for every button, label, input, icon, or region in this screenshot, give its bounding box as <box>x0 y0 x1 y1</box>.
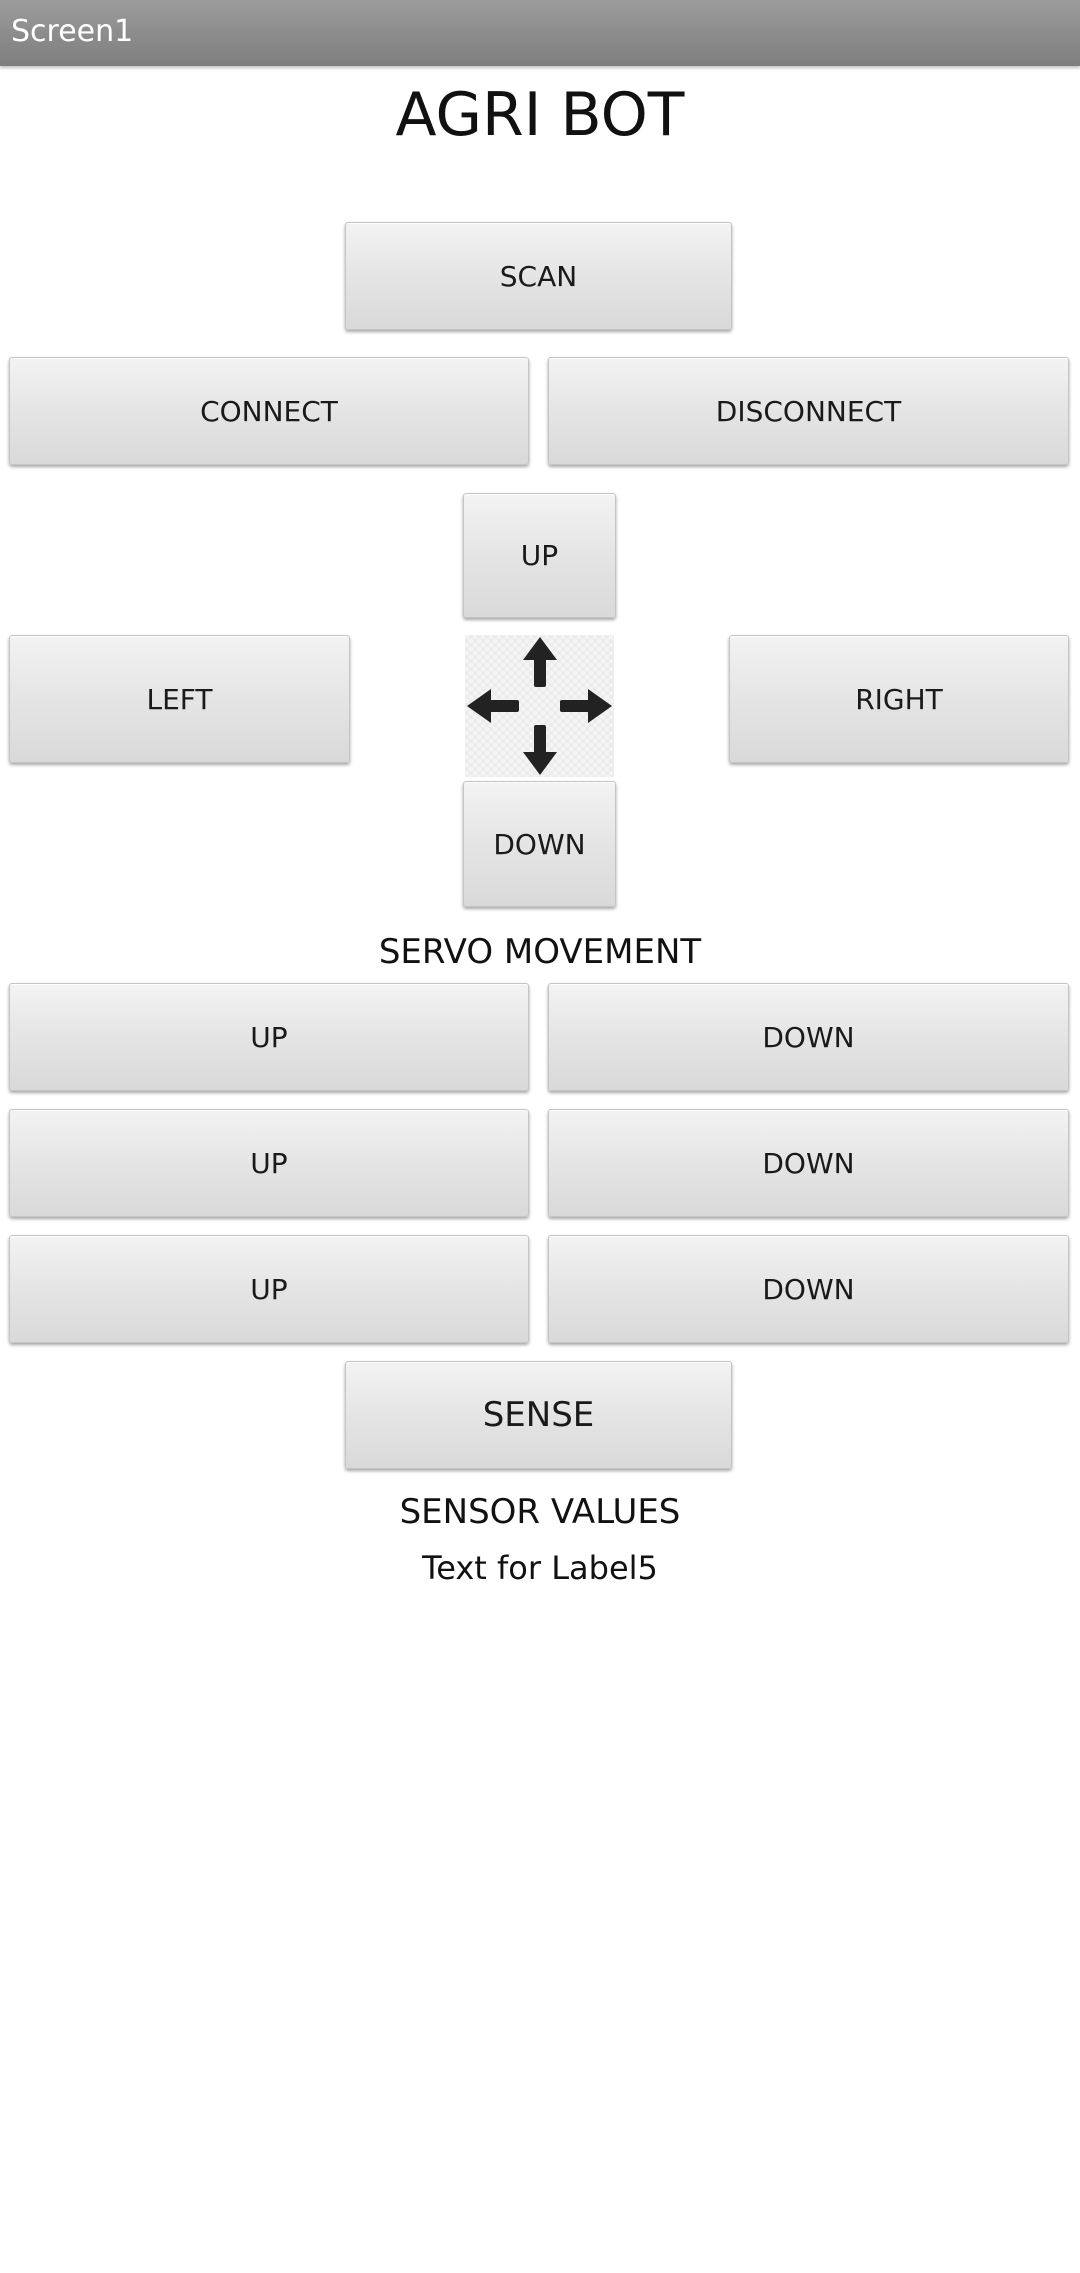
servo-1-down-button[interactable]: DOWN <box>548 983 1069 1091</box>
move-right-button[interactable]: RIGHT <box>729 635 1069 763</box>
move-up-button[interactable]: UP <box>463 493 616 618</box>
servo-3-down-button[interactable]: DOWN <box>548 1235 1069 1343</box>
sensor-values-label: SENSOR VALUES <box>399 1492 681 1532</box>
four-direction-arrows-icon <box>465 635 614 777</box>
scan-button[interactable]: SCAN <box>345 222 732 330</box>
servo-3-up-button[interactable]: UP <box>9 1235 529 1343</box>
title-bar: Screen1 <box>0 0 1080 66</box>
app-title: AGRI BOT <box>395 80 685 150</box>
servo-1-up-button[interactable]: UP <box>9 983 529 1091</box>
move-left-button[interactable]: LEFT <box>9 635 350 763</box>
sensor-value-text: Text for Label5 <box>422 1549 658 1587</box>
move-down-button[interactable]: DOWN <box>463 781 616 907</box>
servo-movement-label: SERVO MOVEMENT <box>378 932 702 972</box>
servo-2-up-button[interactable]: UP <box>9 1109 529 1217</box>
disconnect-button[interactable]: DISCONNECT <box>548 357 1069 465</box>
sense-button[interactable]: SENSE <box>345 1361 732 1469</box>
window-title: Screen1 <box>11 14 134 49</box>
connect-button[interactable]: CONNECT <box>9 357 529 465</box>
servo-2-down-button[interactable]: DOWN <box>548 1109 1069 1217</box>
